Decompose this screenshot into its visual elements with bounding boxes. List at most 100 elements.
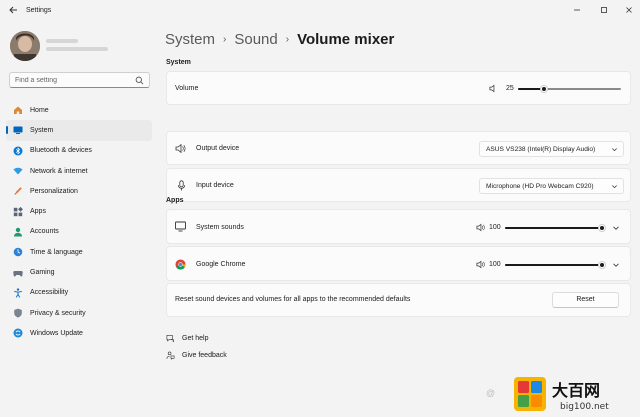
chevron-right-icon: ›	[285, 34, 290, 45]
app-volume-slider-thumb[interactable]	[599, 225, 605, 231]
speaker-icon[interactable]	[476, 223, 485, 232]
output-device-value: ASUS VS238 (Intel(R) Display Audio)	[486, 145, 596, 153]
main-content: System › Sound › Volume mixer System Vol…	[160, 24, 640, 417]
privacy-shield-icon	[14, 308, 22, 318]
sidebar-item-gaming[interactable]: Gaming	[6, 262, 152, 282]
feedback-icon	[166, 351, 175, 360]
title-bar: Settings	[0, 0, 640, 24]
watermark-logo: 大百网 big100.net	[514, 377, 609, 412]
sidebar-item-accessibility[interactable]: Accessibility	[6, 283, 152, 303]
maximize-icon[interactable]	[596, 4, 612, 20]
sidebar-item-home[interactable]: Home	[6, 100, 152, 120]
chevron-down-icon	[612, 185, 617, 189]
app-card-system-sounds: System sounds 100	[166, 209, 631, 244]
network-icon	[13, 167, 23, 175]
speaker-icon[interactable]	[489, 84, 498, 93]
sidebar-item-network[interactable]: Network & internet	[6, 161, 152, 181]
reset-button[interactable]: Reset	[552, 292, 619, 308]
user-name-redacted	[46, 39, 78, 43]
search-box[interactable]	[9, 72, 150, 88]
volume-slider[interactable]	[518, 86, 621, 92]
get-help-link[interactable]: Get help	[182, 335, 208, 342]
speaker-icon[interactable]	[476, 260, 485, 269]
app-volume-value: 100	[489, 224, 501, 231]
monitor-icon	[175, 221, 186, 232]
search-icon[interactable]	[135, 76, 144, 85]
time-language-icon	[13, 247, 23, 257]
input-device-value: Microphone (HD Pro Webcam C920)	[486, 182, 594, 190]
minimize-icon[interactable]	[569, 4, 585, 20]
section-title-apps: Apps	[166, 197, 184, 204]
app-volume-slider[interactable]	[505, 262, 605, 268]
section-title-system: System	[166, 59, 191, 66]
give-feedback-link[interactable]: Give feedback	[182, 352, 227, 359]
sidebar-item-label: Apps	[30, 208, 46, 216]
sidebar-item-label: Gaming	[30, 269, 55, 277]
input-device-dropdown[interactable]: Microphone (HD Pro Webcam C920)	[479, 178, 624, 194]
sidebar: Home System Bluetooth & devices Network …	[0, 24, 160, 417]
sidebar-item-time-language[interactable]: Time & language	[6, 242, 152, 262]
volume-card: Volume 25	[166, 71, 631, 105]
input-device-label: Input device	[196, 182, 234, 189]
search-input[interactable]	[15, 76, 125, 85]
app-volume-slider-thumb[interactable]	[599, 262, 605, 268]
sidebar-item-label: Network & internet	[30, 167, 88, 175]
chevron-down-icon[interactable]	[612, 224, 620, 232]
personalization-icon	[14, 187, 22, 195]
sidebar-item-privacy-security[interactable]: Privacy & security	[6, 303, 152, 323]
home-icon	[14, 106, 22, 115]
back-arrow-icon[interactable]	[6, 5, 20, 19]
close-icon[interactable]	[621, 4, 637, 20]
breadcrumb-system[interactable]: System	[165, 31, 215, 48]
get-help-icon	[166, 335, 174, 343]
page-title: Volume mixer	[297, 31, 395, 48]
sidebar-item-label: Bluetooth & devices	[30, 147, 92, 155]
volume-slider-thumb[interactable]	[540, 86, 547, 92]
chrome-icon	[175, 259, 186, 270]
sidebar-item-label: System	[30, 126, 54, 134]
breadcrumb-sound[interactable]: Sound	[234, 31, 277, 48]
breadcrumb: System › Sound › Volume mixer	[165, 31, 394, 48]
sidebar-item-label: Accounts	[30, 228, 59, 236]
gaming-icon	[13, 270, 23, 277]
windows-update-icon	[13, 328, 23, 338]
watermark-logo-title: 大百网	[552, 381, 600, 400]
sidebar-item-apps[interactable]: Apps	[6, 201, 152, 221]
app-volume-slider-fill	[505, 264, 602, 266]
user-email-redacted	[46, 47, 108, 51]
sidebar-item-label: Personalization	[30, 187, 78, 195]
microphone-icon	[177, 180, 186, 191]
sidebar-item-label: Privacy & security	[30, 309, 86, 317]
system-icon	[13, 126, 23, 135]
volume-label: Volume	[175, 85, 199, 92]
sidebar-item-system[interactable]: System	[6, 120, 152, 141]
sidebar-item-label: Home	[30, 106, 49, 114]
sidebar-item-label: Time & language	[30, 248, 83, 256]
chevron-down-icon[interactable]	[612, 261, 620, 269]
sidebar-item-accounts[interactable]: Accounts	[6, 222, 152, 242]
output-device-label: Output device	[196, 145, 240, 152]
avatar[interactable]	[10, 31, 40, 61]
app-volume-value: 100	[489, 261, 501, 268]
sidebar-item-bluetooth[interactable]: Bluetooth & devices	[6, 141, 152, 161]
reset-card: Reset sound devices and volumes for all …	[166, 283, 631, 317]
watermark-logo-url: big100.net	[560, 402, 609, 412]
app-volume-slider[interactable]	[505, 225, 605, 231]
output-device-dropdown[interactable]: ASUS VS238 (Intel(R) Display Audio)	[479, 141, 624, 157]
chevron-right-icon: ›	[223, 34, 227, 45]
sidebar-item-label: Windows Update	[30, 329, 83, 337]
speaker-icon	[175, 143, 186, 154]
app-name: Google Chrome	[196, 261, 246, 268]
volume-slider-fill	[518, 88, 544, 90]
reset-description: Reset sound devices and volumes for all …	[175, 296, 411, 303]
sidebar-item-personalization[interactable]: Personalization	[6, 181, 152, 201]
window-title: Settings	[26, 7, 52, 14]
app-card-google-chrome: Google Chrome 100	[166, 246, 631, 281]
bluetooth-icon	[13, 146, 23, 156]
sidebar-item-windows-update[interactable]: Windows Update	[6, 323, 152, 343]
accessibility-icon	[14, 288, 22, 298]
app-name: System sounds	[196, 224, 244, 231]
apps-icon	[13, 206, 23, 216]
output-device-card: Output device ASUS VS238 (Intel(R) Displ…	[166, 131, 631, 165]
sidebar-item-label: Accessibility	[30, 289, 69, 297]
